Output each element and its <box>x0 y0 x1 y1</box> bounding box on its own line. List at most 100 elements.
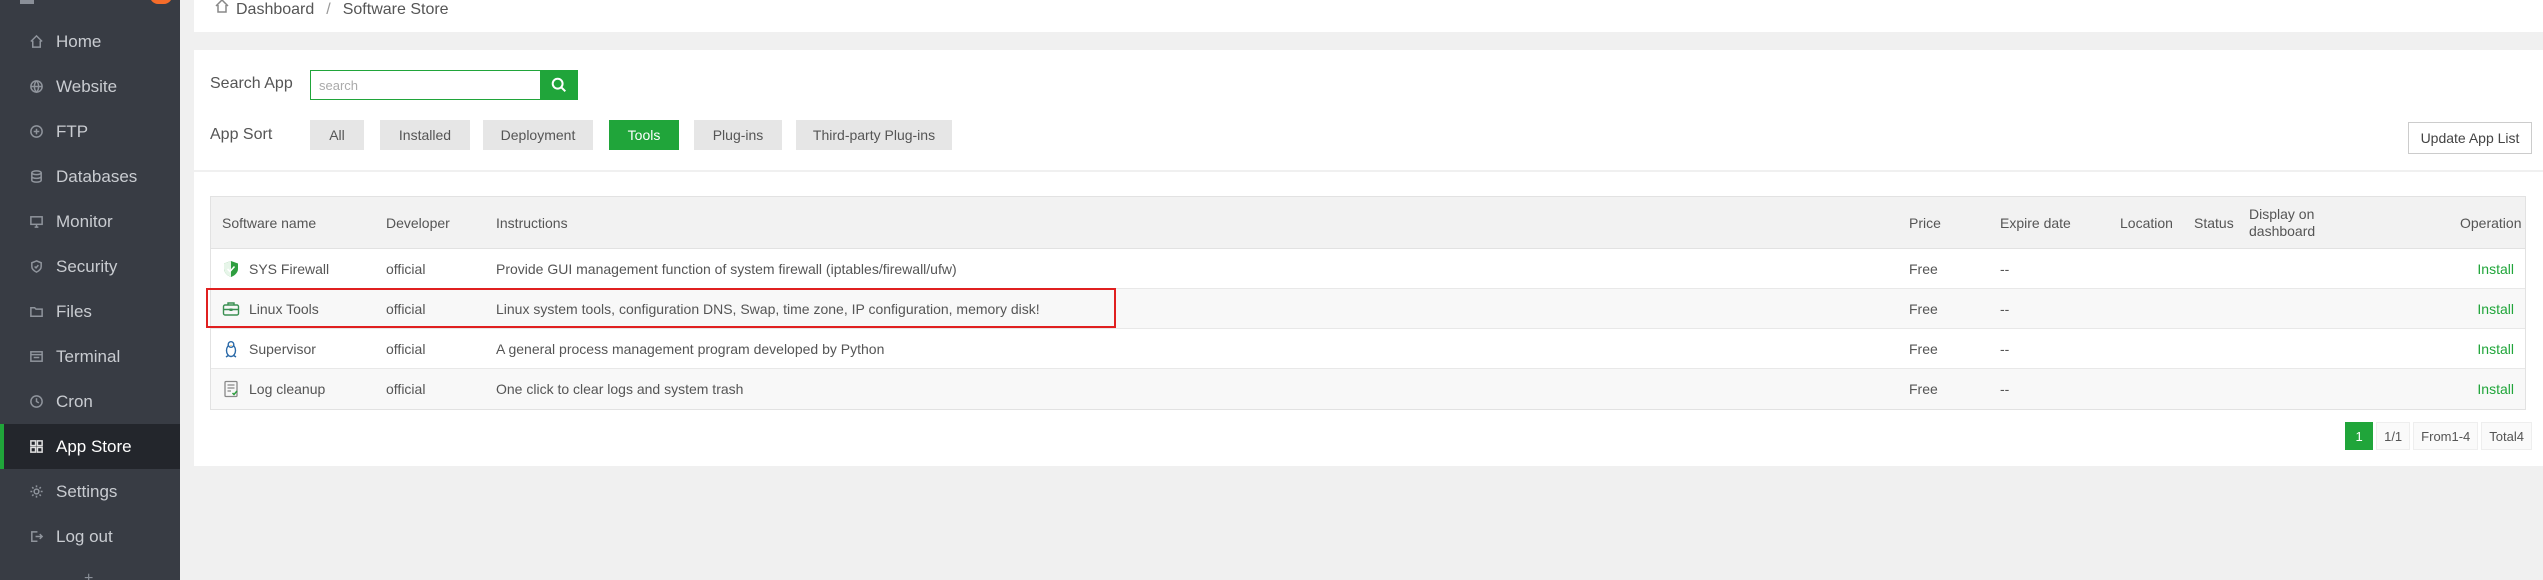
database-icon <box>28 169 44 185</box>
app-table: Software name Developer Instructions Pri… <box>210 196 2526 410</box>
sidebar-item-ftp[interactable]: FTP <box>0 109 180 154</box>
table-row: Log cleanup official One click to clear … <box>211 369 2525 409</box>
instructions-cell: Linux system tools, configuration DNS, S… <box>496 301 1040 317</box>
software-name: Linux Tools <box>249 301 319 317</box>
breadcrumb: Dashboard / Software Store <box>194 0 2543 32</box>
sort-all-button[interactable]: All <box>310 120 364 150</box>
sidebar-item-terminal[interactable]: Terminal <box>0 334 180 379</box>
sidebar-item-databases[interactable]: Databases <box>0 154 180 199</box>
sidebar-item-label: Log out <box>56 526 113 546</box>
sidebar-item-label: Website <box>56 76 118 96</box>
software-name-cell: Linux Tools <box>222 289 319 329</box>
sidebar-item-website[interactable]: Website <box>0 64 180 109</box>
update-app-list-button[interactable]: Update App List <box>2408 122 2532 154</box>
developer-cell: official <box>386 301 426 317</box>
developer-cell: official <box>386 341 426 357</box>
breadcrumb-current: Software Store <box>342 1 449 18</box>
sidebar-item-home[interactable]: Home <box>0 19 180 64</box>
total-count: Total4 <box>2481 422 2532 450</box>
gear-icon <box>28 484 44 500</box>
sidebar-item-logout[interactable]: Log out <box>0 514 180 559</box>
home-icon <box>28 34 44 50</box>
home-icon <box>214 0 236 19</box>
apps-icon <box>28 439 44 455</box>
log-cleanup-icon <box>222 380 240 398</box>
sidebar-item-settings[interactable]: Settings <box>0 469 180 514</box>
developer-cell: official <box>386 261 426 277</box>
sort-deployment-button[interactable]: Deployment <box>483 120 593 150</box>
expire-date-cell: -- <box>2000 261 2010 277</box>
sidebar-item-app-store[interactable]: App Store <box>0 424 180 469</box>
instructions-cell: One click to clear logs and system trash <box>496 381 744 397</box>
sidebar-item-files[interactable]: Files <box>0 289 180 334</box>
firewall-icon <box>222 260 240 278</box>
sidebar: Home Website FTP Databases Monitor Secur… <box>0 0 180 580</box>
sort-label: App Sort <box>210 126 273 143</box>
page-range: From1-4 <box>2413 422 2479 450</box>
sidebar-item-label: Home <box>56 31 102 51</box>
sidebar-item-label: Terminal <box>56 346 121 366</box>
search-input[interactable] <box>310 70 544 100</box>
sidebar-item-cron[interactable]: Cron <box>0 379 180 424</box>
expire-date-cell: -- <box>2000 381 2010 397</box>
header-display-on-dashboard: Display on dashboard <box>2249 206 2316 239</box>
table-row: Linux Tools official Linux system tools,… <box>211 289 2525 329</box>
instructions-cell: A general process management program dev… <box>496 341 885 357</box>
developer-cell: official <box>386 381 426 397</box>
header-software-name: Software name <box>222 215 317 231</box>
ftp-icon <box>28 124 44 140</box>
notification-badge[interactable] <box>150 0 172 4</box>
sidebar-item-label: Files <box>56 301 92 321</box>
sidebar-item-label: Databases <box>56 166 138 186</box>
sidebar-item-label: Settings <box>56 481 118 501</box>
sort-installed-button[interactable]: Installed <box>380 120 470 150</box>
plus-icon[interactable]: + <box>84 570 93 580</box>
sort-third-party-button[interactable]: Third-party Plug-ins <box>796 120 952 150</box>
price-cell: Free <box>1909 301 1938 317</box>
table-header: Software name Developer Instructions Pri… <box>211 197 2525 249</box>
breadcrumb-separator: / <box>326 1 331 18</box>
header-price: Price <box>1909 215 1941 231</box>
software-name: SYS Firewall <box>249 261 330 277</box>
logout-icon <box>28 529 44 545</box>
header-operation: Operation <box>2460 215 2522 231</box>
expire-date-cell: -- <box>2000 301 2010 317</box>
sidebar-item-label: Cron <box>56 391 93 411</box>
price-cell: Free <box>1909 381 1938 397</box>
monitor-icon <box>28 214 44 230</box>
install-link[interactable]: Install <box>2477 329 2514 369</box>
sort-plugins-button[interactable]: Plug-ins <box>694 120 782 150</box>
table-row: SYS Firewall official Provide GUI manage… <box>211 249 2525 289</box>
globe-icon <box>28 79 44 95</box>
install-link[interactable]: Install <box>2477 369 2514 409</box>
table-body: SYS Firewall official Provide GUI manage… <box>211 249 2525 409</box>
sidebar-item-security[interactable]: Security <box>0 244 180 289</box>
page-count: 1/1 <box>2376 422 2411 450</box>
toolbox-icon <box>222 300 240 318</box>
app-table-panel: Software name Developer Instructions Pri… <box>194 172 2543 466</box>
search-button[interactable] <box>540 70 578 100</box>
search-label: Search App <box>210 75 293 92</box>
software-name-cell: Supervisor <box>222 329 316 369</box>
filter-panel: Search App App Sort All Installed Deploy… <box>194 50 2543 170</box>
header-developer: Developer <box>386 215 450 231</box>
install-link[interactable]: Install <box>2477 249 2514 289</box>
sidebar-item-label: FTP <box>56 121 89 141</box>
folder-icon <box>28 304 44 320</box>
page-1-button[interactable]: 1 <box>2345 422 2374 450</box>
shield-icon <box>28 259 44 275</box>
install-link[interactable]: Install <box>2477 289 2514 329</box>
header-expire-date: Expire date <box>2000 215 2071 231</box>
logo <box>20 0 34 4</box>
expire-date-cell: -- <box>2000 341 2010 357</box>
breadcrumb-home-link[interactable]: Dashboard <box>236 1 314 19</box>
header-location: Location <box>2120 215 2173 231</box>
header-status: Status <box>2194 215 2234 231</box>
sort-tools-button[interactable]: Tools <box>609 120 679 150</box>
software-name: Supervisor <box>249 341 316 357</box>
header-instructions: Instructions <box>496 215 568 231</box>
price-cell: Free <box>1909 261 1938 277</box>
software-name: Log cleanup <box>249 381 326 397</box>
sidebar-item-monitor[interactable]: Monitor <box>0 199 180 244</box>
price-cell: Free <box>1909 341 1938 357</box>
